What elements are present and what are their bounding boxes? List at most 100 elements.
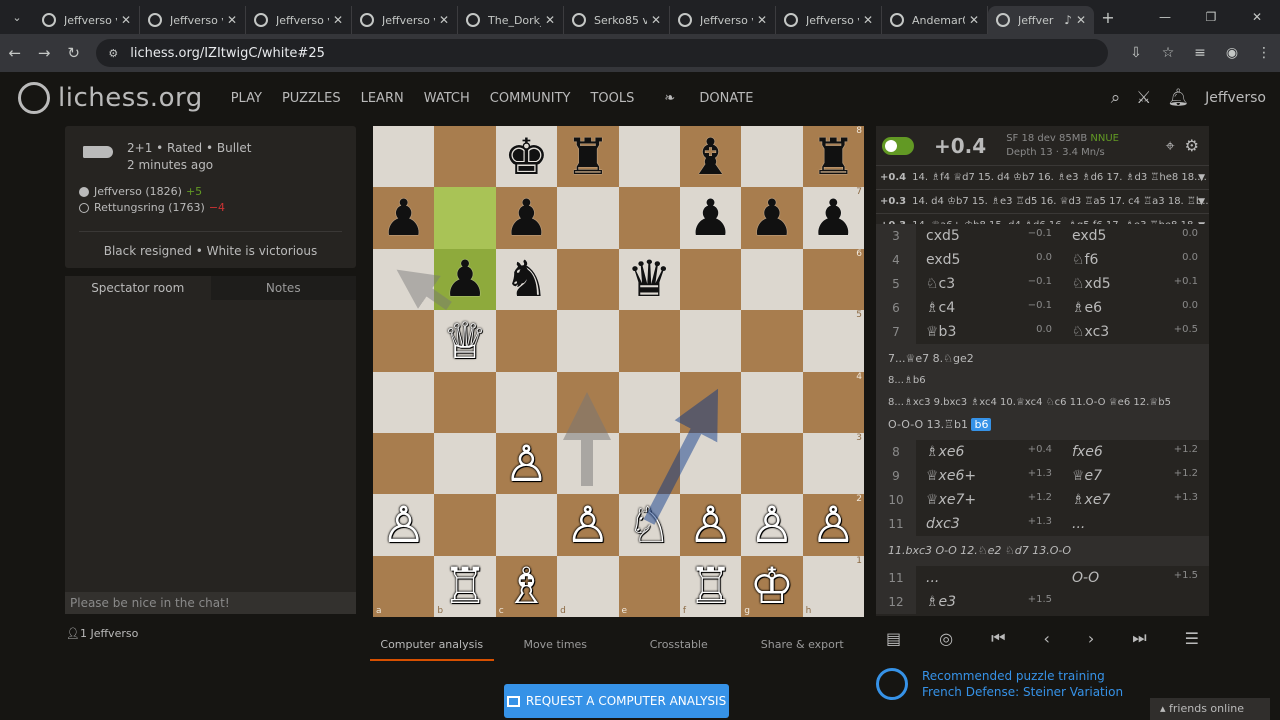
board-square[interactable]: [373, 126, 435, 188]
chess-piece[interactable]: ♗: [504, 561, 549, 611]
white-move[interactable]: ♗e3 +1.5: [916, 594, 1062, 610]
close-tab-icon[interactable]: ✕: [863, 13, 873, 27]
browser-tab-active[interactable]: Jeffver ♪ ✕: [988, 6, 1094, 34]
board-square[interactable]: [741, 371, 803, 433]
board-square[interactable]: [618, 187, 680, 249]
menu-dots-icon[interactable]: ⋮: [1248, 45, 1280, 61]
black-player[interactable]: Rettungsring (1763) −4: [79, 200, 342, 216]
board-square[interactable]: 1h: [802, 555, 864, 617]
chess-piece[interactable]: ♝: [688, 132, 733, 182]
variation-line[interactable]: 11.bxc3 O-O 12.♘e2 ♘d7 13.O-O: [876, 536, 1209, 566]
prev-move-icon[interactable]: ‹: [1043, 629, 1049, 648]
chess-piece[interactable]: ♟: [811, 193, 856, 243]
current-move[interactable]: b6: [971, 418, 992, 431]
pv-line[interactable]: +0.3 14. d4 ♔b7 15. ♗e3 ♖d5 16. ♕d3 ♖a5 1…: [876, 190, 1209, 214]
bookmark-star-icon[interactable]: ☆: [1152, 45, 1184, 61]
chess-piece[interactable]: ♟: [688, 193, 733, 243]
white-move[interactable]: ...: [916, 570, 1062, 586]
board-square[interactable]: [373, 310, 435, 372]
board-square[interactable]: ♞: [495, 248, 558, 311]
black-move[interactable]: ♘xd5 +0.1: [1062, 276, 1208, 292]
chess-piece[interactable]: ♙: [504, 439, 549, 489]
nav-puzzles[interactable]: PUZZLES: [272, 91, 351, 106]
board-square[interactable]: [679, 248, 742, 311]
nav-watch[interactable]: WATCH: [414, 91, 480, 106]
board-square[interactable]: ♘: [618, 494, 680, 556]
close-tab-icon[interactable]: ✕: [969, 13, 979, 27]
gear-icon[interactable]: ⚙: [1185, 136, 1199, 156]
black-move[interactable]: ♗e6 0.0: [1062, 300, 1208, 316]
close-tab-icon[interactable]: ✕: [757, 13, 767, 27]
board-square[interactable]: 4: [802, 371, 864, 433]
tab-search-icon[interactable]: ⌄: [0, 0, 34, 34]
board-square[interactable]: [373, 432, 435, 495]
next-move-icon[interactable]: ›: [1088, 629, 1094, 648]
tab-move-times[interactable]: Move times: [494, 638, 618, 661]
board-square[interactable]: ♝: [679, 126, 742, 188]
board-square[interactable]: ♖ f: [679, 555, 742, 617]
chess-piece[interactable]: ♔: [750, 561, 795, 611]
browser-tab[interactable]: Jeffverso v ✕: [246, 6, 352, 34]
browser-tab[interactable]: Jeffverso v ✕: [140, 6, 246, 34]
board-square[interactable]: [618, 432, 680, 495]
reload-icon[interactable]: ↻: [59, 44, 88, 62]
white-move[interactable]: ♕b3 0.0: [916, 324, 1062, 340]
chess-board[interactable]: ♚ ♜ ♝ ♜ 8 ♟ ♟ ♟ ♟ ♟ 7 ♟ ♞ ♛ 6 ♕ 5 4 ♙ 3 ♙ ♙ ♘ ♙ ♙ ♙ 2 a ♖ b ♗ c d e ♖ f ♔ g 1 h: [373, 126, 864, 617]
board-square[interactable]: ♛: [618, 248, 680, 311]
board-square[interactable]: ♗ c: [495, 555, 558, 617]
white-player[interactable]: Jeffverso (1826) +5: [79, 184, 342, 200]
board-square[interactable]: ♙: [373, 494, 435, 556]
variation-line[interactable]: 8...♗xc3 9.bxc3 ♗xc4 10.♕xc4 ♘c6 11.O-O …: [888, 392, 1197, 414]
pv-line[interactable]: +0.4 14. ♗f4 ♕d7 15. d4 ♔b7 16. ♗e3 ♗d6 1…: [876, 166, 1209, 190]
board-square[interactable]: ♜ 8: [802, 126, 864, 188]
chess-piece[interactable]: ♚: [504, 132, 549, 182]
chess-piece[interactable]: ♞: [504, 254, 549, 304]
white-move[interactable]: ♕xe7+ +1.2: [916, 492, 1062, 508]
book-icon[interactable]: ▤: [886, 629, 901, 648]
board-square[interactable]: [741, 126, 803, 188]
challenge-icon[interactable]: ⚔: [1136, 88, 1151, 108]
board-square[interactable]: [679, 432, 742, 495]
board-square[interactable]: [434, 494, 496, 556]
board-square[interactable]: ♟ 7: [802, 187, 864, 249]
close-tab-icon[interactable]: ✕: [333, 13, 343, 27]
chess-piece[interactable]: ♕: [443, 316, 488, 366]
board-square[interactable]: [557, 371, 619, 433]
chess-piece[interactable]: ♟: [443, 254, 488, 304]
board-square[interactable]: [557, 248, 619, 311]
board-square[interactable]: ♙: [679, 494, 742, 556]
black-move[interactable]: exd5 0.0: [1062, 228, 1208, 244]
chess-piece[interactable]: ♙: [381, 500, 426, 550]
chess-piece[interactable]: ♙: [565, 500, 610, 550]
board-square[interactable]: 5: [802, 310, 864, 372]
expand-icon[interactable]: ▼: [1198, 190, 1205, 213]
black-move[interactable]: fxe6 +1.2: [1062, 444, 1208, 460]
address-bar[interactable]: ⚙ lichess.org/IZItwigC/white#25: [96, 39, 1108, 67]
white-move[interactable]: ♕xe6+ +1.3: [916, 468, 1062, 484]
board-square[interactable]: ♙: [495, 432, 558, 495]
white-move[interactable]: exd5 0.0: [916, 252, 1062, 268]
tab-notes[interactable]: Notes: [210, 276, 356, 300]
white-move[interactable]: cxd5 −0.1: [916, 228, 1062, 244]
restore-icon[interactable]: ❐: [1188, 0, 1234, 34]
black-move[interactable]: ♗xe7 +1.3: [1062, 492, 1208, 508]
chess-piece[interactable]: ♙: [688, 500, 733, 550]
board-square[interactable]: 3: [802, 432, 864, 495]
variation-line[interactable]: 8...♗b6: [888, 370, 1197, 392]
browser-tab[interactable]: Jeffverso v ✕: [670, 6, 776, 34]
chess-piece[interactable]: ♘: [627, 500, 672, 550]
board-square[interactable]: [434, 432, 496, 495]
board-square[interactable]: [373, 371, 435, 433]
board-square[interactable]: [618, 371, 680, 433]
white-move[interactable]: ♗c4 −0.1: [916, 300, 1062, 316]
browser-tab[interactable]: Serko85 vs ✕: [564, 6, 670, 34]
board-square[interactable]: ♚: [495, 126, 558, 188]
board-square[interactable]: ♕: [434, 310, 496, 372]
nav-community[interactable]: COMMUNITY: [480, 91, 581, 106]
friends-online-bar[interactable]: ▴ friends online: [1150, 698, 1270, 720]
board-square[interactable]: ♟: [679, 187, 742, 249]
board-square[interactable]: 6: [802, 248, 864, 311]
close-tab-icon[interactable]: ✕: [545, 13, 555, 27]
tab-spectator-room[interactable]: Spectator room: [65, 276, 211, 300]
first-move-icon[interactable]: ⏮: [991, 628, 1005, 648]
